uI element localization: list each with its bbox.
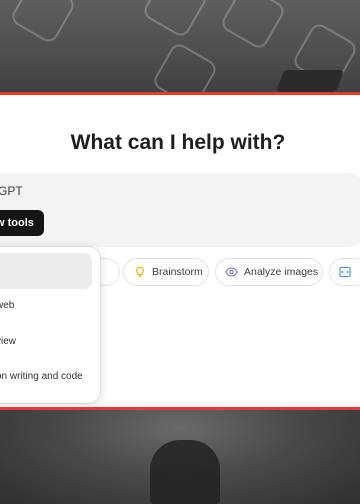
suggestion-analyze-images-chip[interactable]: Analyze images bbox=[215, 258, 323, 286]
tools-menu-item-preview[interactable]: view bbox=[0, 336, 16, 347]
person-silhouette bbox=[150, 440, 220, 504]
suggestion-code-chip[interactable] bbox=[329, 258, 360, 286]
suggestion-label: Brainstorm bbox=[152, 266, 203, 278]
tools-menu-item-selected[interactable] bbox=[0, 253, 92, 289]
tools-menu-item-canvas[interactable]: on writing and code bbox=[0, 371, 83, 382]
view-tools-tooltip: w tools bbox=[0, 210, 44, 236]
lightbulb-icon bbox=[134, 266, 146, 278]
message-composer[interactable] bbox=[0, 173, 360, 247]
chat-home-panel: What can I help with? GPT w tools ite Br… bbox=[0, 92, 360, 410]
page-title: What can I help with? bbox=[70, 131, 286, 154]
code-icon bbox=[339, 266, 351, 278]
tools-dropdown-menu: web view on writing and code bbox=[0, 247, 100, 403]
background-bottom bbox=[0, 410, 360, 504]
tools-menu-item-search-web[interactable]: web bbox=[0, 300, 14, 311]
hexagon-shape bbox=[218, 0, 288, 52]
suggestion-brainstorm-chip[interactable]: Brainstorm bbox=[123, 258, 209, 286]
composer-placeholder: GPT bbox=[0, 184, 23, 198]
suggestion-label: Analyze images bbox=[244, 266, 319, 278]
hexagon-shape bbox=[140, 0, 210, 40]
eye-icon bbox=[225, 266, 238, 278]
background-screen bbox=[275, 70, 345, 92]
hexagon-shape bbox=[8, 0, 78, 46]
background-top bbox=[0, 0, 360, 110]
